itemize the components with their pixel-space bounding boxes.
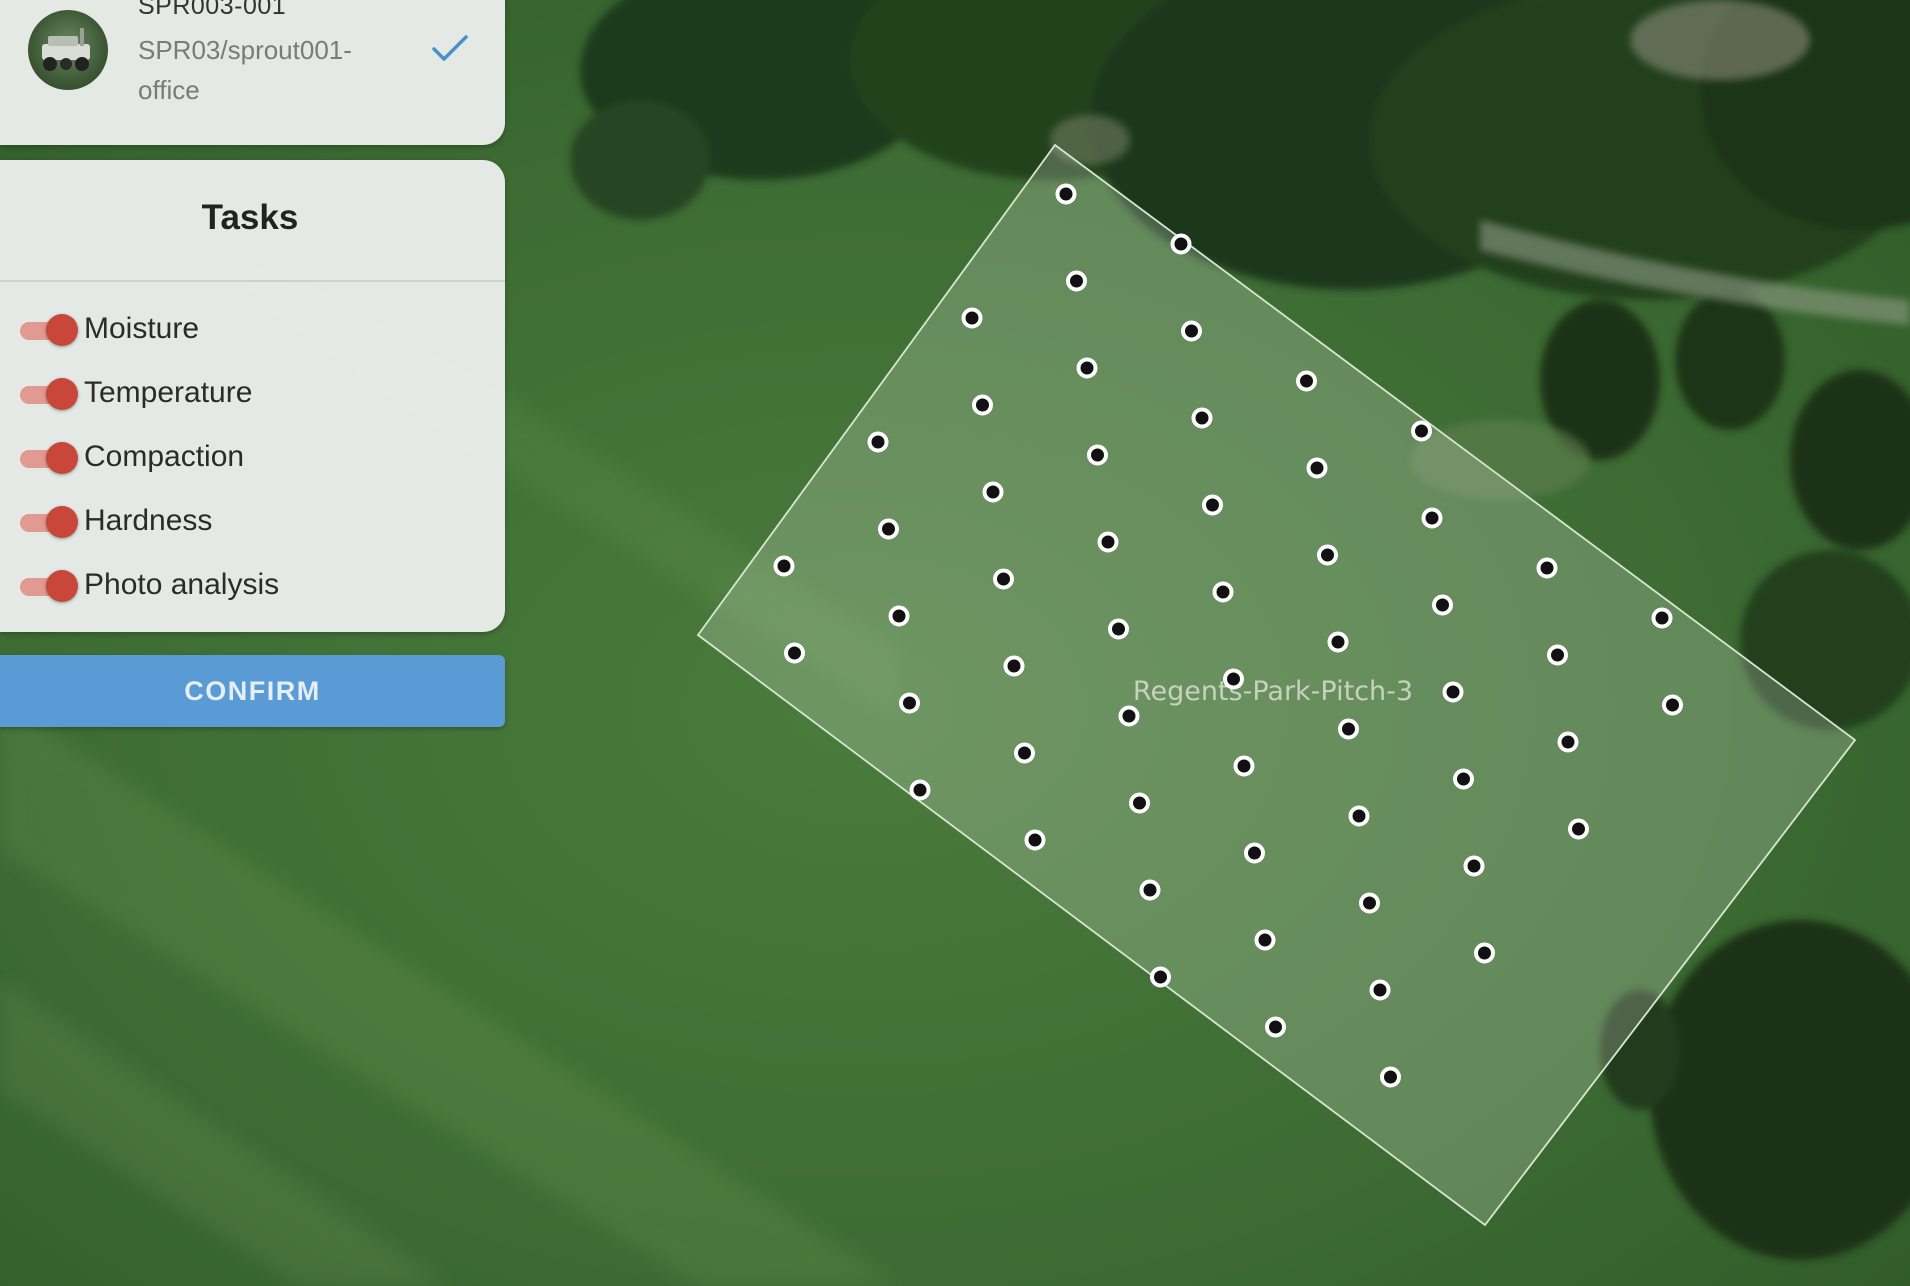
sample-point[interactable] bbox=[1202, 494, 1223, 516]
sample-point[interactable] bbox=[1014, 742, 1035, 764]
sample-point[interactable] bbox=[1003, 655, 1025, 677]
sample-point[interactable] bbox=[1139, 879, 1161, 901]
toggle-knob bbox=[46, 506, 78, 538]
sample-point[interactable] bbox=[1369, 979, 1391, 1001]
sample-point[interactable] bbox=[1097, 531, 1119, 553]
toggle-knob bbox=[46, 442, 78, 474]
task-label: Temperature bbox=[84, 376, 253, 409]
toggle-knob bbox=[46, 314, 78, 346]
task-label: Hardness bbox=[84, 504, 213, 537]
sample-point[interactable] bbox=[1651, 607, 1673, 629]
sample-point[interactable] bbox=[1244, 842, 1265, 864]
sample-point[interactable] bbox=[1359, 892, 1380, 914]
task-label: Moisture bbox=[84, 312, 200, 345]
sample-point[interactable] bbox=[1662, 694, 1683, 716]
sample-point[interactable] bbox=[1118, 705, 1140, 727]
sample-point[interactable] bbox=[1223, 668, 1244, 690]
toggle-knob bbox=[46, 570, 78, 602]
photo-analysis-toggle[interactable] bbox=[18, 568, 78, 604]
task-item-temperature[interactable]: Temperature bbox=[18, 370, 488, 420]
sample-point[interactable] bbox=[1191, 407, 1213, 429]
sample-point[interactable] bbox=[982, 481, 1004, 503]
sample-point[interactable] bbox=[1150, 966, 1171, 988]
task-item-hardness[interactable]: Hardness bbox=[18, 498, 488, 548]
toggle-knob bbox=[46, 378, 78, 410]
sample-point[interactable] bbox=[1265, 1016, 1286, 1038]
sample-point[interactable] bbox=[1066, 270, 1087, 292]
robot-card[interactable]: SPR003-001 SPR03/sprout001-office bbox=[0, 0, 505, 145]
task-label: Photo analysis bbox=[84, 568, 280, 601]
temperature-toggle[interactable] bbox=[18, 376, 78, 412]
sample-point[interactable] bbox=[784, 642, 805, 664]
task-item-moisture[interactable]: Moisture bbox=[18, 306, 488, 356]
sample-point[interactable] bbox=[1474, 942, 1495, 964]
check-icon bbox=[432, 35, 468, 61]
sample-point[interactable] bbox=[1317, 544, 1338, 566]
robot-id: SPR003-001 bbox=[138, 0, 287, 20]
compaction-toggle[interactable] bbox=[18, 440, 78, 476]
sample-point[interactable] bbox=[1181, 320, 1202, 342]
sample-point[interactable] bbox=[1055, 183, 1077, 205]
confirm-button[interactable]: CONFIRM bbox=[0, 655, 505, 727]
field-name-label: Regents-Park-Pitch-3 bbox=[1133, 676, 1413, 707]
sample-point[interactable] bbox=[1557, 731, 1579, 753]
sample-point[interactable] bbox=[1296, 370, 1317, 392]
sample-point[interactable] bbox=[1568, 818, 1589, 840]
hardness-toggle[interactable] bbox=[18, 504, 78, 540]
sample-point[interactable] bbox=[909, 779, 931, 801]
sample-point[interactable] bbox=[972, 394, 993, 416]
sample-point[interactable] bbox=[1442, 681, 1464, 703]
sample-point[interactable] bbox=[961, 307, 983, 329]
sample-point[interactable] bbox=[1432, 594, 1453, 616]
sample-point[interactable] bbox=[1421, 507, 1443, 529]
sample-point[interactable] bbox=[773, 555, 795, 577]
moisture-toggle[interactable] bbox=[18, 312, 78, 348]
sample-point[interactable] bbox=[1254, 929, 1276, 951]
sample-point[interactable] bbox=[1380, 1066, 1401, 1088]
robot-path: SPR03/sprout001-office bbox=[138, 35, 352, 105]
sample-point[interactable] bbox=[899, 692, 920, 714]
sample-point[interactable] bbox=[867, 431, 889, 453]
robot-icon bbox=[42, 28, 90, 71]
sample-point[interactable] bbox=[1108, 618, 1129, 640]
sample-point[interactable] bbox=[1453, 768, 1474, 790]
sample-point[interactable] bbox=[888, 605, 910, 627]
task-item-compaction[interactable]: Compaction bbox=[18, 434, 488, 484]
robot-avatar bbox=[28, 10, 108, 90]
sample-point[interactable] bbox=[878, 518, 899, 540]
sample-point[interactable] bbox=[1087, 444, 1108, 466]
tasks-card: Tasks Moisture Temperature Compaction Ha… bbox=[0, 160, 505, 632]
sample-point[interactable] bbox=[1547, 644, 1568, 666]
task-label: Compaction bbox=[84, 440, 245, 473]
sample-point[interactable] bbox=[1348, 805, 1370, 827]
divider bbox=[0, 280, 505, 282]
tasks-title: Tasks bbox=[201, 198, 299, 237]
sample-point[interactable] bbox=[1536, 557, 1558, 579]
sample-point[interactable] bbox=[1233, 755, 1255, 777]
sample-point[interactable] bbox=[993, 568, 1014, 590]
sample-point[interactable] bbox=[1212, 581, 1234, 603]
sample-point[interactable] bbox=[1411, 420, 1432, 442]
sample-point[interactable] bbox=[1306, 457, 1328, 479]
sample-point[interactable] bbox=[1024, 829, 1046, 851]
sample-point[interactable] bbox=[1327, 631, 1349, 653]
sample-point[interactable] bbox=[1129, 792, 1150, 814]
sample-point[interactable] bbox=[1463, 855, 1485, 877]
task-item-photo-analysis[interactable]: Photo analysis bbox=[18, 562, 488, 612]
sample-point[interactable] bbox=[1338, 718, 1359, 740]
map-screen: Regents-Park-Pitch-3 SPR003-001 SPR03/sp… bbox=[0, 0, 1910, 1286]
sample-point[interactable] bbox=[1170, 233, 1192, 255]
sample-point[interactable] bbox=[1076, 357, 1098, 379]
